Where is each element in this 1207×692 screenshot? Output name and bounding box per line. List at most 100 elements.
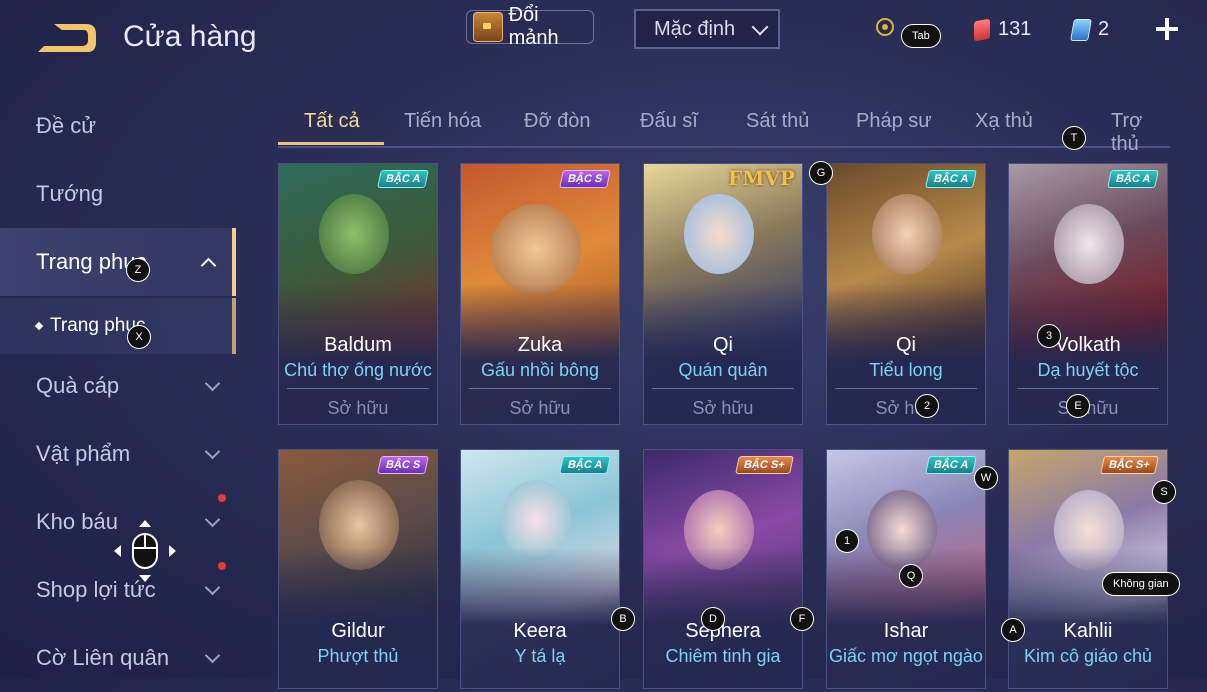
skin-name: Gấu nhồi bông xyxy=(480,360,600,380)
chevron-down-icon xyxy=(204,579,221,596)
hero-name: Volkath xyxy=(1055,334,1121,356)
sidebar-item-items[interactable]: Vật phẩm xyxy=(0,420,236,488)
skin-card[interactable]: BẬC S Zuka Gấu nhồi bông Sở hữu xyxy=(460,163,620,425)
skin-name: Kim cô giáo chủ xyxy=(1023,646,1153,666)
keymap-badge: G xyxy=(809,161,833,185)
notification-dot xyxy=(218,494,226,502)
tab-assassin[interactable]: Sát thủ xyxy=(746,110,809,133)
keymap-tab-badge: Tab xyxy=(901,24,941,48)
sort-dropdown[interactable]: Mặc định xyxy=(634,9,780,49)
mouse-keymap-icon xyxy=(114,520,176,582)
ownership-status: Sở hữu xyxy=(692,398,754,418)
card-gradient xyxy=(279,548,437,688)
diamond-bullet-icon xyxy=(34,321,44,331)
exchange-fragments-button[interactable]: Đổi mảnh xyxy=(466,4,594,49)
skin-name: Phượt thủ xyxy=(317,646,399,666)
keymap-badge: E xyxy=(1066,394,1090,418)
skin-name: Dạ huyết tộc xyxy=(1037,360,1139,380)
card-count: 2 xyxy=(1098,18,1110,40)
hero-name: Ishar xyxy=(883,620,929,642)
tier-badge: BẬC A xyxy=(924,456,977,474)
keymap-badge: S xyxy=(1152,480,1176,504)
tab-tank[interactable]: Đỡ đòn xyxy=(524,110,590,133)
skin-name: Quán quân xyxy=(678,360,768,380)
tab-evolution[interactable]: Tiến hóa xyxy=(404,110,481,133)
hero-name: Keera xyxy=(513,620,567,642)
gold-coin-icon xyxy=(876,18,894,36)
keymap-badge: A xyxy=(1001,618,1025,642)
divider xyxy=(835,388,977,389)
sidebar-item-label: Đề cử xyxy=(36,113,96,138)
tab-marksman[interactable]: Xạ thủ xyxy=(975,110,1033,133)
tab-fighter[interactable]: Đấu sĩ xyxy=(640,110,698,133)
sidebar-item-chess[interactable]: Cờ Liên quân xyxy=(0,624,236,692)
skin-name: Chú thợ ống nước xyxy=(284,360,432,380)
exchange-fragments-label: Đổi mảnh xyxy=(508,4,559,49)
hero-name: Kahlii xyxy=(1063,620,1113,642)
sidebar-item-label: Vật phẩm xyxy=(36,441,131,466)
hero-portrait xyxy=(872,194,942,274)
ownership-status: Sở hữu xyxy=(875,398,937,418)
ruby-icon xyxy=(974,18,990,41)
divider xyxy=(287,388,429,389)
skin-card-icon xyxy=(1070,18,1092,41)
tab-mage[interactable]: Pháp sư xyxy=(856,110,932,133)
keymap-badge: 2 xyxy=(915,394,939,418)
skin-card[interactable]: FMVP Qi Quán quân Sở hữu xyxy=(643,163,803,425)
skin-card[interactable]: BẬC S+ Kahlii Kim cô giáo chủ xyxy=(1008,449,1168,689)
keymap-badge: T xyxy=(1062,126,1086,150)
add-currency-icon[interactable] xyxy=(1156,18,1178,40)
hero-name: Qi xyxy=(896,334,916,356)
tier-badge: BẬC A xyxy=(376,170,429,188)
ownership-status: Sở hữu xyxy=(327,398,389,418)
skin-card[interactable]: BẬC S Gildur Phượt thủ xyxy=(278,449,438,689)
skin-card[interactable]: BẬC A Baldum Chú thợ ống nước Sở hữu xyxy=(278,163,438,425)
divider xyxy=(1017,388,1159,389)
skin-name: Tiểu long xyxy=(869,360,943,380)
tab-all[interactable]: Tất cả xyxy=(304,110,360,133)
chevron-down-icon xyxy=(751,18,769,36)
keymap-badge: F xyxy=(790,607,814,631)
divider xyxy=(652,388,794,389)
card-gradient xyxy=(1009,548,1167,688)
card-balance: 2 xyxy=(1070,18,1110,41)
back-arrow-icon[interactable] xyxy=(36,22,98,54)
sidebar-item-recommended[interactable]: Đề cử xyxy=(0,92,236,160)
card-gradient xyxy=(461,548,619,688)
sidebar-item-gifts[interactable]: Quà cáp xyxy=(0,352,236,420)
sidebar-item-label: Tướng xyxy=(36,181,104,206)
tab-support[interactable]: Trợ thủ xyxy=(1111,110,1170,156)
skin-card[interactable]: BẬC S+ Sephera Chiêm tinh gia xyxy=(643,449,803,689)
skin-card[interactable]: BẬC A Keera Y tá lạ xyxy=(460,449,620,689)
hero-name: Zuka xyxy=(517,334,563,356)
skin-name: Y tá lạ xyxy=(514,646,566,666)
sidebar-item-label: Quà cáp xyxy=(36,373,120,398)
tier-badge: BẬC S+ xyxy=(1100,456,1159,474)
skin-name: Giấc mơ ngọt ngào xyxy=(829,646,983,666)
chevron-down-icon xyxy=(204,511,221,528)
tier-badge: BẬC A xyxy=(1106,170,1159,188)
keymap-badge: X xyxy=(127,325,151,349)
sidebar-subitem-skins[interactable]: Trang phục xyxy=(0,298,236,354)
sidebar-item-label: Kho báu xyxy=(36,509,118,534)
sidebar-item-skins[interactable]: Trang phục xyxy=(0,228,236,296)
sort-selected-value: Mặc định xyxy=(654,17,736,40)
hero-portrait xyxy=(1054,204,1124,284)
ruby-balance: 131 xyxy=(974,18,1031,41)
hero-portrait xyxy=(684,194,754,274)
sidebar-item-label: Cờ Liên quân xyxy=(36,645,170,670)
fmvp-badge: FMVP xyxy=(728,166,795,190)
hero-portrait xyxy=(491,204,581,294)
skin-card[interactable]: BẬC A Volkath Dạ huyết tộc Sở hữu xyxy=(1008,163,1168,425)
tier-badge: BẬC S xyxy=(376,456,429,474)
chevron-down-icon xyxy=(204,647,221,664)
keymap-badge: Q xyxy=(899,564,923,588)
skin-card[interactable]: BẬC A Qi Tiểu long Sở hữu xyxy=(826,163,986,425)
chevron-down-icon xyxy=(204,375,221,392)
divider xyxy=(469,388,611,389)
keymap-badge: D xyxy=(701,607,725,631)
treasure-chest-icon xyxy=(473,12,503,42)
notification-dot xyxy=(218,562,226,570)
sidebar-item-heroes[interactable]: Tướng xyxy=(0,160,236,228)
active-tab-indicator xyxy=(278,142,384,145)
